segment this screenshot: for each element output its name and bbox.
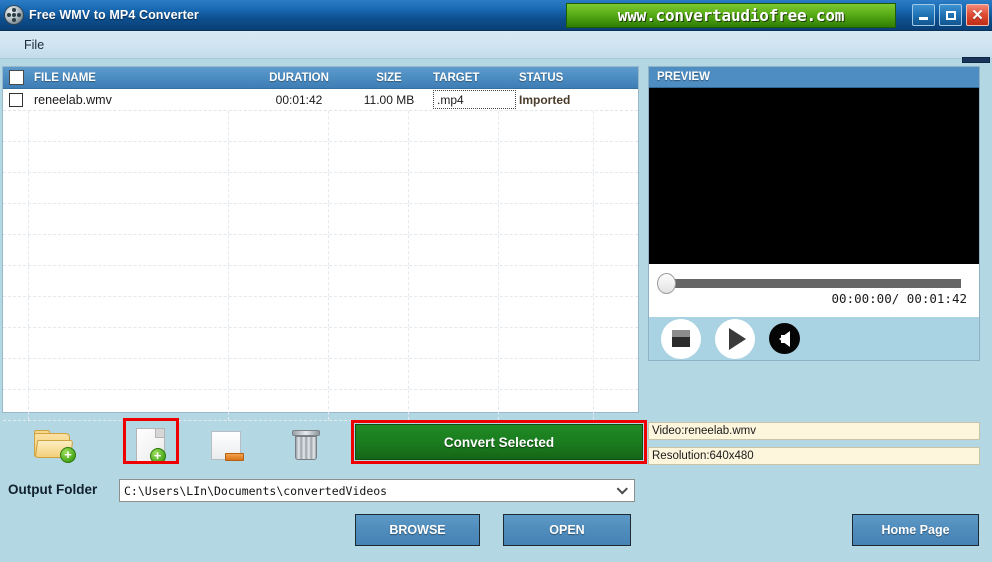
film-reel-icon bbox=[5, 6, 23, 24]
file-list: FILE NAME DURATION SIZE TARGET STATUS re… bbox=[2, 66, 639, 421]
play-icon bbox=[729, 327, 746, 350]
remove-file-button[interactable] bbox=[200, 426, 252, 464]
preview-video-surface[interactable] bbox=[649, 88, 979, 264]
list-item[interactable] bbox=[3, 359, 638, 390]
seek-slider-track[interactable] bbox=[673, 279, 961, 288]
list-item[interactable] bbox=[3, 297, 638, 328]
add-folder-button[interactable]: + bbox=[28, 426, 80, 464]
title-bar: Free WMV to MP4 Converter www.convertaud… bbox=[0, 0, 992, 31]
close-icon: ✕ bbox=[971, 6, 984, 24]
menu-item-file[interactable]: File bbox=[18, 36, 50, 54]
list-item[interactable] bbox=[3, 204, 638, 235]
cell-file-name: reneelab.wmv bbox=[34, 92, 112, 107]
menu-bar: File bbox=[0, 31, 992, 59]
list-item[interactable] bbox=[3, 266, 638, 297]
column-header-status[interactable]: STATUS bbox=[517, 72, 612, 84]
list-item[interactable] bbox=[3, 173, 638, 204]
cell-status: Imported bbox=[519, 92, 571, 107]
window-controls: ✕ bbox=[912, 4, 989, 26]
highlight-box-add-file bbox=[123, 418, 179, 464]
play-button[interactable] bbox=[715, 318, 755, 359]
playback-controls bbox=[649, 317, 979, 360]
website-url-text: www.convertaudiofree.com bbox=[617, 6, 845, 25]
output-folder-path[interactable]: C:\Users\LIn\Documents\convertedVideos bbox=[120, 484, 612, 498]
column-header-size[interactable]: SIZE bbox=[349, 72, 429, 84]
select-all-checkbox[interactable] bbox=[9, 70, 24, 85]
maximize-button[interactable] bbox=[939, 4, 962, 26]
list-item[interactable] bbox=[3, 142, 638, 173]
file-list-header: FILE NAME DURATION SIZE TARGET STATUS bbox=[3, 67, 638, 89]
cell-duration: 00:01:42 bbox=[275, 92, 323, 107]
open-button[interactable]: OPEN bbox=[503, 514, 631, 546]
list-item[interactable] bbox=[3, 235, 638, 266]
cell-size: 11.00 MB bbox=[363, 92, 415, 107]
list-item[interactable] bbox=[3, 111, 638, 142]
video-info-label: Video:reneelab.wmv bbox=[648, 422, 980, 440]
table-row[interactable]: reneelab.wmv 00:01:42 11.00 MB .mp4 Impo… bbox=[3, 89, 638, 111]
minimize-icon bbox=[919, 17, 928, 20]
column-header-target[interactable]: TARGET bbox=[429, 72, 517, 84]
output-folder-label: Output Folder bbox=[8, 482, 98, 497]
scrollbar-stub[interactable] bbox=[962, 57, 990, 63]
seek-slider-handle[interactable] bbox=[657, 273, 676, 294]
trash-icon bbox=[292, 430, 320, 460]
minimize-button[interactable] bbox=[912, 4, 935, 26]
close-button[interactable]: ✕ bbox=[966, 4, 989, 26]
chevron-down-icon[interactable] bbox=[612, 480, 634, 501]
speaker-icon bbox=[779, 330, 790, 347]
preview-header: PREVIEW bbox=[649, 67, 979, 88]
stop-icon bbox=[672, 330, 690, 347]
window-title: Free WMV to MP4 Converter bbox=[29, 8, 199, 22]
maximize-icon bbox=[945, 10, 956, 20]
application-window: Free WMV to MP4 Converter www.convertaud… bbox=[0, 0, 992, 562]
preview-panel: PREVIEW 00:00:00/ 00:01:42 bbox=[648, 66, 980, 361]
clear-list-button[interactable] bbox=[280, 426, 332, 464]
preview-seek-area: 00:00:00/ 00:01:42 bbox=[649, 264, 979, 317]
playback-time-display: 00:00:00/ 00:01:42 bbox=[831, 291, 967, 306]
browse-button[interactable]: BROWSE bbox=[355, 514, 480, 546]
add-folder-icon: + bbox=[34, 430, 76, 463]
highlight-box-convert bbox=[351, 420, 647, 464]
column-header-duration[interactable]: DURATION bbox=[249, 72, 349, 84]
column-header-file-name[interactable]: FILE NAME bbox=[34, 72, 249, 84]
list-item[interactable] bbox=[3, 328, 638, 359]
home-page-button[interactable]: Home Page bbox=[852, 514, 979, 546]
row-checkbox[interactable] bbox=[9, 92, 23, 107]
cell-target[interactable]: .mp4 bbox=[429, 90, 517, 109]
stop-button[interactable] bbox=[661, 318, 701, 359]
website-banner[interactable]: www.convertaudiofree.com bbox=[566, 3, 896, 28]
target-format-field[interactable]: .mp4 bbox=[433, 90, 516, 109]
resolution-info-label: Resolution:640x480 bbox=[648, 447, 980, 465]
remove-file-icon bbox=[211, 430, 244, 461]
volume-button[interactable] bbox=[769, 323, 800, 354]
output-folder-combobox[interactable]: C:\Users\LIn\Documents\convertedVideos bbox=[119, 479, 635, 502]
